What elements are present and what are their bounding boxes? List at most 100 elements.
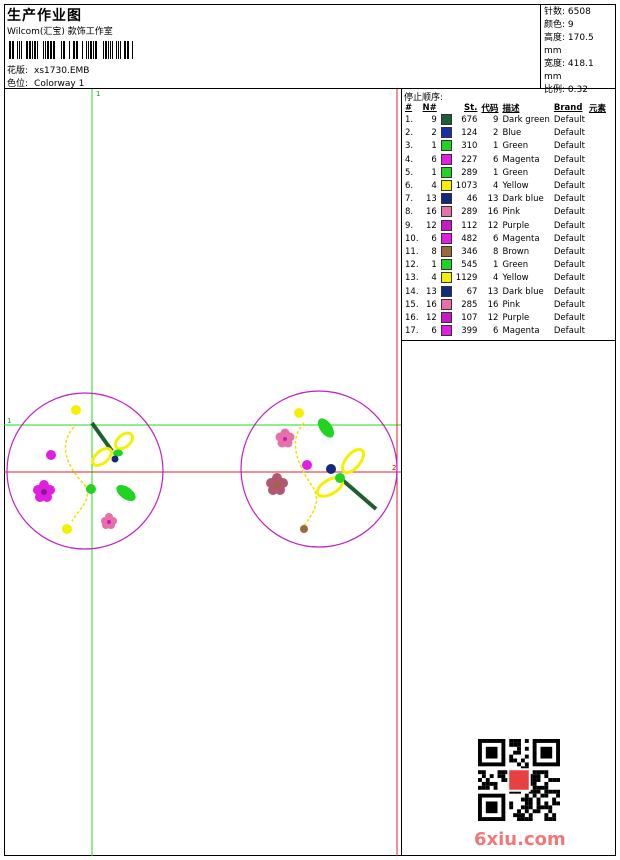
col-needle: N# — [422, 102, 437, 113]
row-code: 12 — [487, 220, 499, 231]
row-description: Purple — [502, 220, 530, 231]
row-brand: Default — [553, 181, 585, 192]
sequence-row: 3. 1 310 1 Green Default — [403, 140, 608, 153]
row-description: Dark green — [502, 115, 550, 126]
row-stitches: 482 — [461, 233, 478, 244]
row-code: 6 — [493, 326, 499, 337]
sequence-row: 2. 2 124 2 Blue Default — [403, 127, 608, 140]
row-index: 14. — [405, 286, 419, 297]
row-needle: 16 — [425, 299, 437, 310]
row-code: 13 — [487, 286, 499, 297]
leaf — [116, 485, 136, 501]
row-needle: 4 — [431, 273, 437, 284]
row-index: 12. — [405, 260, 419, 271]
row-stitches: 310 — [461, 141, 478, 152]
color-swatch — [440, 140, 452, 152]
row-swatch — [439, 206, 454, 219]
row-needle: 13 — [425, 286, 437, 297]
row-description: Brown — [502, 246, 530, 257]
row-element — [587, 180, 608, 193]
sequence-divider — [402, 340, 616, 341]
row-brand: Default — [553, 326, 585, 337]
row-index: 17. — [405, 326, 419, 337]
brown-flower — [266, 473, 288, 495]
row-code: 9 — [493, 115, 499, 126]
row-brand: Default — [553, 220, 585, 231]
sequence-row: 5. 1 289 1 Green Default — [403, 166, 608, 180]
row-stitches: 112 — [461, 220, 478, 231]
row-needle: 12 — [425, 220, 437, 231]
guide-left-label: 1 — [7, 417, 11, 425]
dragonfly — [90, 421, 135, 467]
row-needle: 13 — [425, 194, 437, 205]
row-element — [587, 127, 608, 140]
row-index: 6. — [405, 181, 414, 192]
sequence-row: 14. 13 67 13 Dark blue Default — [403, 285, 608, 298]
color-swatch — [440, 232, 452, 244]
sequence-row: 10. 6 482 6 Magenta Default — [403, 232, 608, 246]
row-element — [587, 140, 608, 153]
sequence-row: 8. 16 289 16 Pink Default — [403, 206, 608, 219]
row-stitches: 46 — [466, 194, 478, 205]
embroidery-design-left[interactable] — [6, 392, 164, 550]
row-swatch — [439, 259, 454, 272]
row-element — [587, 312, 608, 325]
stat-height: 高度: 170.5 mm — [544, 32, 613, 58]
row-needle: 6 — [431, 233, 437, 244]
sequence-row: 17. 6 399 6 Magenta Default — [403, 325, 608, 338]
row-code: 1 — [493, 167, 499, 178]
row-swatch — [439, 272, 454, 285]
row-index: 2. — [405, 128, 414, 139]
row-code: 12 — [487, 312, 499, 323]
row-swatch — [439, 219, 454, 233]
row-stitches: 545 — [461, 260, 478, 271]
row-element — [587, 167, 608, 180]
yellow-dot — [294, 408, 304, 418]
sequence-row: 15. 16 285 16 Pink Default — [403, 298, 608, 312]
row-code: 1 — [493, 141, 499, 152]
color-swatch — [440, 219, 452, 231]
row-code: 6 — [493, 154, 499, 165]
design-file: xs1730.EMB — [34, 66, 90, 76]
row-element — [587, 114, 608, 127]
row-element — [587, 220, 608, 233]
row-brand: Default — [553, 194, 585, 205]
row-stitches: 399 — [461, 326, 478, 337]
embroidery-design-right[interactable] — [240, 390, 398, 548]
col-description: 描述 — [502, 103, 520, 114]
col-brand: Brand — [553, 102, 583, 113]
page-title: 生产作业图 — [7, 8, 82, 24]
row-brand: Default — [553, 115, 585, 126]
color-swatch — [440, 193, 452, 205]
sequence-row: 1. 9 676 9 Dark green Default — [403, 114, 608, 127]
sequence-row: 6. 4 1073 4 Yellow Default — [403, 180, 608, 193]
row-swatch — [439, 180, 454, 193]
guide-right-label: 2 — [392, 464, 396, 472]
row-needle: 8 — [431, 246, 437, 257]
row-stitches: 676 — [461, 115, 478, 126]
row-description: Pink — [502, 299, 521, 310]
stat-value: 6508 — [567, 7, 591, 17]
stat-colors: 颜色: 9 — [544, 19, 613, 32]
sequence-header-row: # N# St. 代码 描述 Brand 元素 — [403, 101, 608, 114]
company-name: Wilcom(汇宝) 款饰工作室 — [7, 27, 113, 37]
row-code: 8 — [493, 246, 499, 257]
guide-top-label: 1 — [96, 90, 100, 98]
magenta-dot — [46, 450, 56, 460]
dragonfly — [315, 447, 378, 511]
watermark: 6xiu.com — [474, 829, 566, 850]
design-canvas[interactable]: 1 1 2 — [4, 89, 401, 856]
row-stitches: 107 — [461, 312, 478, 323]
row-needle: 6 — [431, 326, 437, 337]
colorway-value: Colorway 1 — [34, 79, 85, 89]
row-brand: Default — [553, 299, 585, 310]
row-swatch — [439, 325, 454, 338]
yellow-dot — [71, 405, 81, 415]
row-swatch — [439, 114, 454, 127]
sequence-row: 9. 12 112 12 Purple Default — [403, 219, 608, 233]
col-element: 元素 — [588, 103, 606, 114]
color-swatch — [440, 166, 452, 178]
qr-code — [478, 739, 560, 821]
stat-label: 宽度: — [544, 59, 566, 69]
row-needle: 2 — [431, 128, 437, 139]
